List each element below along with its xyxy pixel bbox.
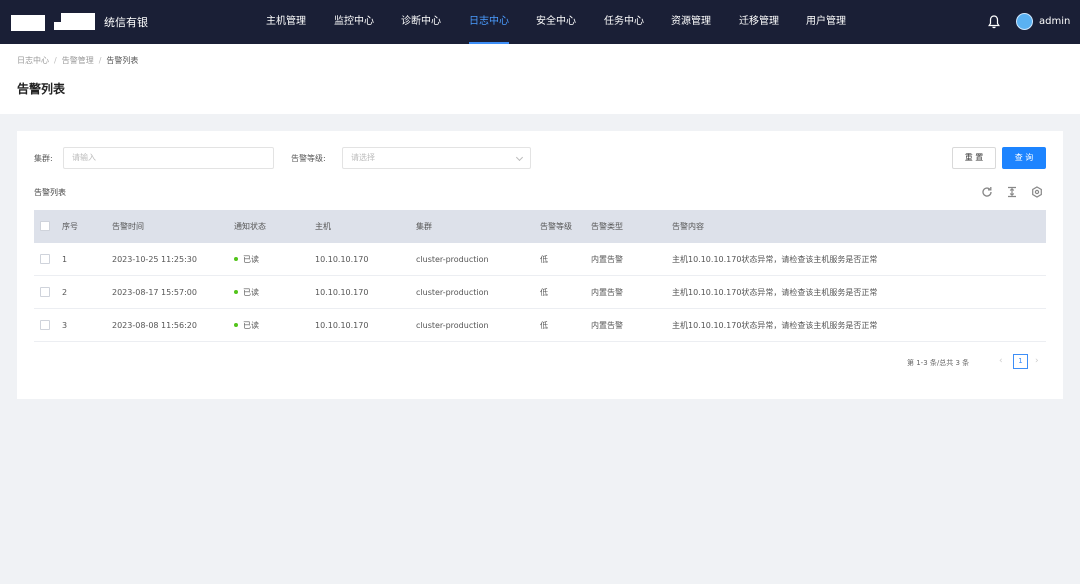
top-bar: 统信有银 主机管理 监控中心 诊断中心 日志中心 安全中心 任务中心 资源管理 …	[0, 0, 1080, 44]
status-text: 已读	[243, 255, 259, 264]
nav-item-security[interactable]: 安全中心	[536, 0, 576, 44]
column-header-content: 告警内容	[672, 222, 704, 231]
level-select[interactable]: 请选择	[342, 147, 531, 169]
column-header-host: 主机	[315, 222, 331, 231]
row-checkbox[interactable]	[40, 287, 50, 297]
nav-item-host[interactable]: 主机管理	[266, 0, 306, 44]
column-header-type: 告警类型	[591, 222, 623, 231]
cell-host: 10.10.10.170	[315, 288, 369, 297]
cell-cluster: cluster-production	[416, 288, 489, 297]
cell-type: 内置告警	[591, 288, 623, 297]
cluster-input[interactable]: 请输入	[63, 147, 274, 169]
cell-level: 低	[540, 321, 548, 330]
logo	[11, 15, 45, 31]
level-select-placeholder: 请选择	[351, 153, 375, 162]
refresh-icon[interactable]	[981, 186, 993, 198]
breadcrumb: 日志中心 / 告警管理 / 告警列表	[17, 56, 139, 65]
cell-host: 10.10.10.170	[315, 255, 369, 264]
cell-no: 3	[62, 321, 68, 330]
cell-time: 2023-08-17 15:57:00	[112, 288, 197, 297]
nav-item-resource[interactable]: 资源管理	[671, 0, 711, 44]
nav-item-user[interactable]: 用户管理	[806, 0, 846, 44]
nav-item-log[interactable]: 日志中心	[469, 0, 509, 44]
select-all-checkbox[interactable]	[40, 221, 50, 231]
column-header-status: 通知状态	[234, 222, 266, 231]
column-header-time: 告警时间	[112, 222, 144, 231]
row-checkbox[interactable]	[40, 254, 50, 264]
nav-item-task[interactable]: 任务中心	[604, 0, 644, 44]
table-row[interactable]: 2 2023-08-17 15:57:00 已读 10.10.10.170 cl…	[34, 276, 1046, 309]
cell-host: 10.10.10.170	[315, 321, 369, 330]
pagination-page-1[interactable]: 1	[1013, 354, 1028, 369]
logo-mark	[54, 13, 95, 30]
column-header-no: 序号	[62, 222, 78, 231]
reset-button[interactable]: 重 置	[952, 147, 996, 169]
chevron-down-icon	[515, 153, 524, 162]
cell-content: 主机10.10.10.170状态异常，请检查该主机服务是否正常	[672, 255, 878, 264]
alert-list-card: 集群: 请输入 告警等级: 请选择 重 置 查 询 告警列表 序号 告警时间 通…	[17, 131, 1063, 399]
avatar[interactable]	[1016, 13, 1033, 30]
pagination-summary: 第 1-3 条/总共 3 条	[907, 359, 970, 367]
page-title: 告警列表	[17, 82, 66, 96]
column-header-cluster: 集群	[416, 222, 432, 231]
level-label: 告警等级:	[291, 154, 326, 163]
status-text: 已读	[243, 321, 259, 330]
search-button[interactable]: 查 询	[1002, 147, 1046, 169]
settings-icon[interactable]	[1031, 186, 1043, 198]
table-row[interactable]: 3 2023-08-08 11:56:20 已读 10.10.10.170 cl…	[34, 309, 1046, 342]
table-header: 序号 告警时间 通知状态 主机 集群 告警等级 告警类型 告警内容	[34, 210, 1046, 243]
nav-item-monitor[interactable]: 监控中心	[334, 0, 374, 44]
brand-name: 统信有银	[104, 16, 148, 29]
cell-level: 低	[540, 255, 548, 264]
status-text: 已读	[243, 288, 259, 297]
breadcrumb-item-log[interactable]: 日志中心	[17, 56, 49, 65]
status-dot	[234, 289, 238, 294]
table-row[interactable]: 1 2023-10-25 11:25:30 已读 10.10.10.170 cl…	[34, 243, 1046, 276]
cell-time: 2023-10-25 11:25:30	[112, 255, 197, 264]
cell-cluster: cluster-production	[416, 255, 489, 264]
cell-no: 2	[62, 288, 68, 297]
chevron-right-icon[interactable]: ›	[1035, 356, 1039, 366]
cell-status: 已读	[234, 276, 259, 309]
page-header: 日志中心 / 告警管理 / 告警列表 告警列表	[0, 44, 1080, 114]
cell-type: 内置告警	[591, 255, 623, 264]
status-dot	[234, 322, 238, 327]
breadcrumb-item-current: 告警列表	[106, 56, 139, 65]
chevron-left-icon[interactable]: ‹	[999, 356, 1003, 366]
cell-cluster: cluster-production	[416, 321, 489, 330]
breadcrumb-item-alert-mgmt[interactable]: 告警管理	[62, 56, 94, 65]
cell-content: 主机10.10.10.170状态异常，请检查该主机服务是否正常	[672, 321, 878, 330]
cell-time: 2023-08-08 11:56:20	[112, 321, 197, 330]
row-checkbox[interactable]	[40, 320, 50, 330]
cell-type: 内置告警	[591, 321, 623, 330]
cell-status: 已读	[234, 243, 259, 276]
username[interactable]: admin	[1039, 16, 1070, 27]
cell-level: 低	[540, 288, 548, 297]
cluster-label: 集群:	[34, 154, 53, 163]
bell-icon[interactable]	[988, 15, 1000, 29]
column-height-icon[interactable]	[1006, 186, 1018, 198]
section-title: 告警列表	[34, 188, 66, 197]
nav-item-diagnosis[interactable]: 诊断中心	[401, 0, 441, 44]
cell-content: 主机10.10.10.170状态异常，请检查该主机服务是否正常	[672, 288, 878, 297]
nav-item-migration[interactable]: 迁移管理	[739, 0, 779, 44]
status-dot	[234, 256, 238, 261]
cell-no: 1	[62, 255, 68, 264]
cell-status: 已读	[234, 309, 259, 342]
column-header-level: 告警等级	[540, 222, 572, 231]
